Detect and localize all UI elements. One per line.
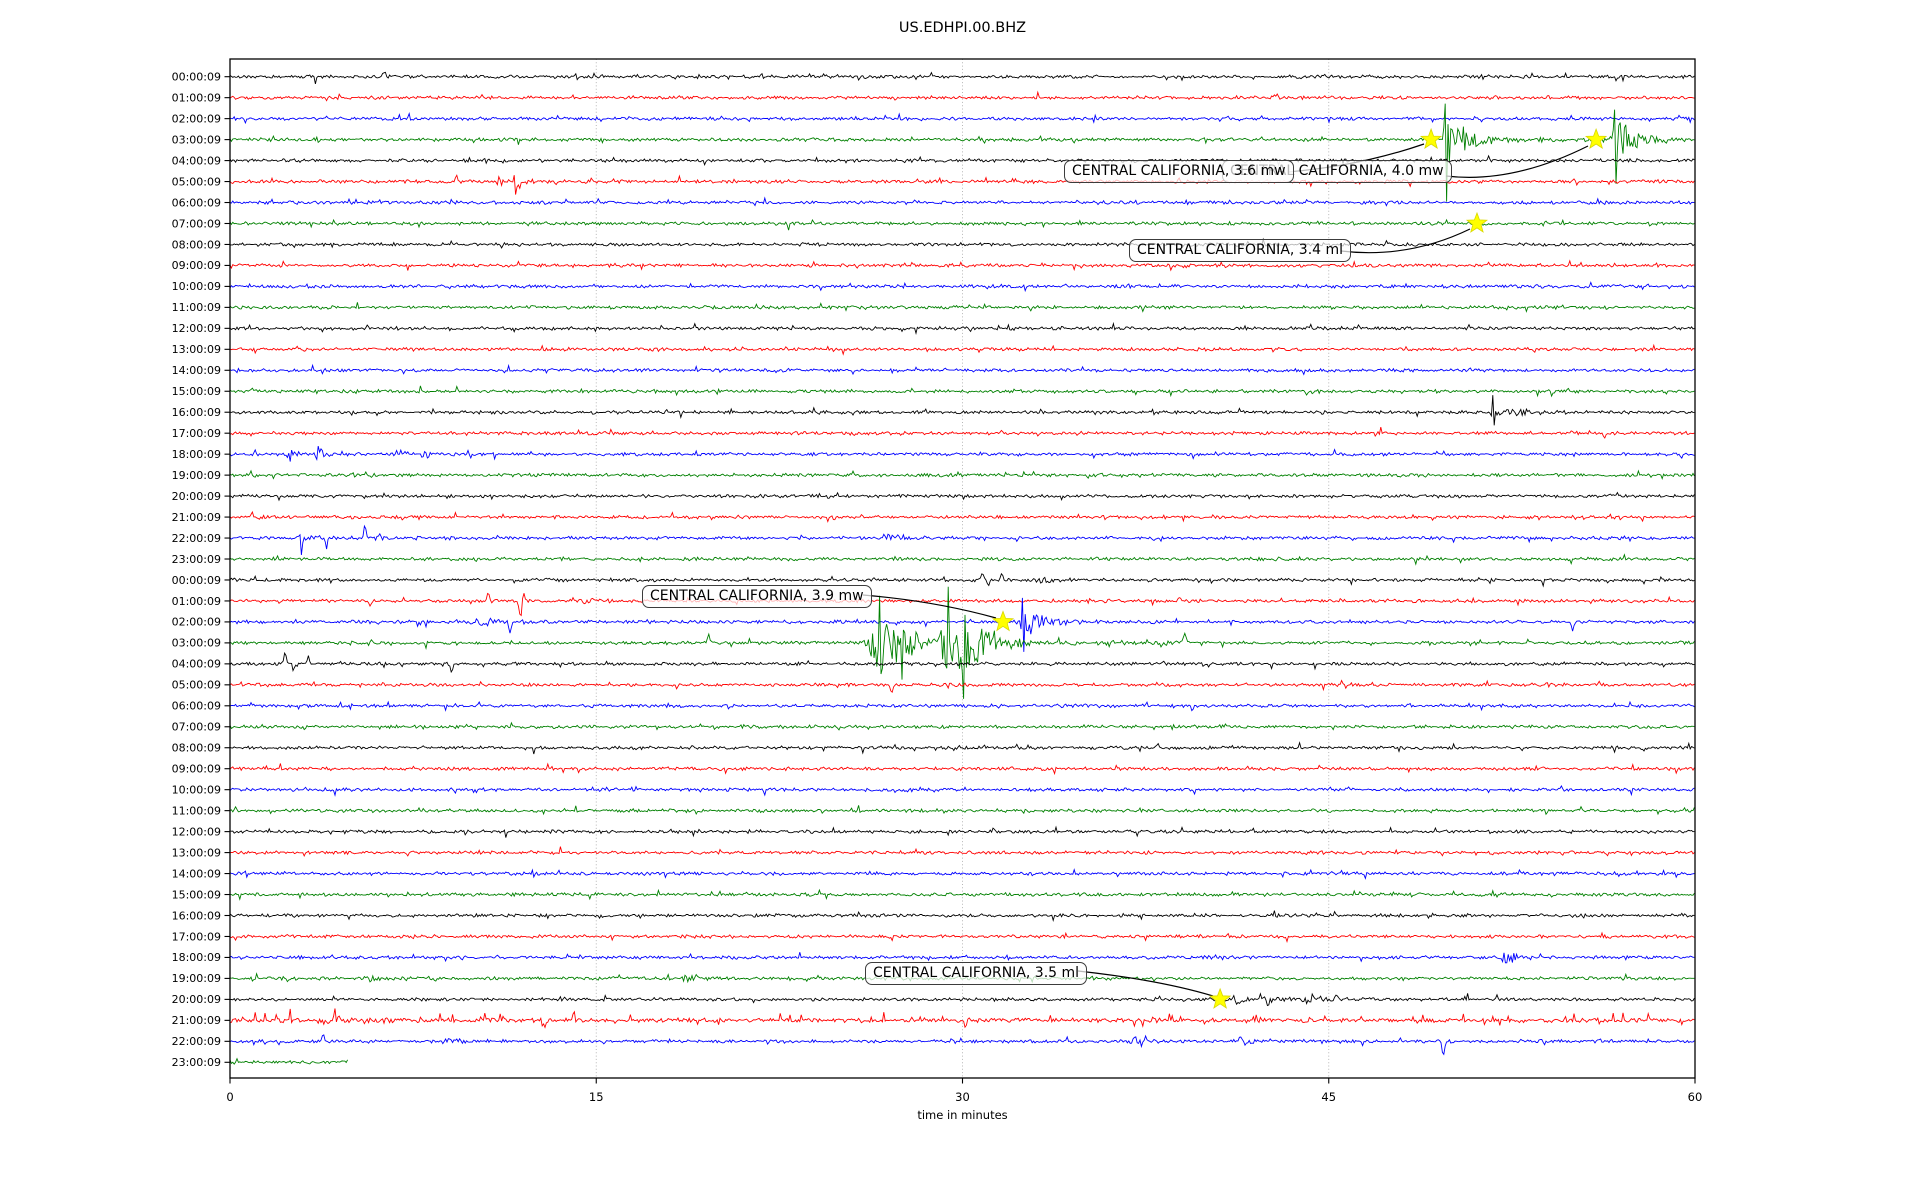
y-axis-label: 19:00:09 [172,469,221,482]
y-axis-label: 01:00:09 [172,91,221,104]
y-axis-label: 22:00:09 [172,532,221,545]
y-axis-label: 02:00:09 [172,112,221,125]
y-axis-label: 12:00:09 [172,322,221,335]
y-axis-label: 10:00:09 [172,783,221,796]
y-axis-label: 09:00:09 [172,259,221,272]
y-axis-label: 00:00:09 [172,71,221,84]
y-axis-label: 17:00:09 [172,930,221,943]
y-axis-label: 15:00:09 [172,385,221,398]
y-axis-label: 14:00:09 [172,364,221,377]
y-axis-label: 10:00:09 [172,280,221,293]
event-star-icon [1420,127,1443,150]
trace-row [230,510,1695,523]
y-axis-label: 23:00:09 [172,553,221,566]
y-axis-label: 15:00:09 [172,888,221,901]
trace-row [230,385,1695,398]
y-axis-label: 00:00:09 [172,574,221,587]
x-tick-label: 30 [955,1090,970,1104]
event-label: CENTRAL CALIFORNIA, 3.6 mw [1064,160,1294,183]
event-star-icon [1585,127,1608,150]
y-axis-label: 02:00:09 [172,616,221,629]
trace-row [230,1034,1695,1056]
x-tick-label: 45 [1321,1090,1337,1104]
trace-row [230,154,1695,168]
annotation-connector [1445,145,1589,178]
event-label: CENTRAL CALIFORNIA, 3.9 mw [642,585,872,608]
trace-row [230,524,1695,556]
y-axis-label: 16:00:09 [172,909,221,922]
y-axis-label: 18:00:09 [172,448,221,461]
y-axis-label: 06:00:09 [172,196,221,209]
y-axis-label: 21:00:09 [172,511,221,524]
x-axis-title: time in minutes [917,1108,1008,1122]
y-axis-label: 21:00:09 [172,1014,221,1027]
y-axis-label: 20:00:09 [172,993,221,1006]
trace-row [230,112,1695,125]
y-axis-label: 20:00:09 [172,490,221,503]
trace-row [230,679,1695,694]
trace-row [230,1008,1695,1029]
figure: US.EDHPI.00.BHZ 00:00:09 01:00:09 02:00:09… [0,0,1920,1200]
trace-row [230,910,1695,922]
y-axis-label: 06:00:09 [172,700,221,713]
y-axis-label: 11:00:09 [172,804,221,817]
y-axis-label: 04:00:09 [172,154,221,167]
y-axis-label: 19:00:09 [172,972,221,985]
y-axis-label: 17:00:09 [172,427,221,440]
y-axis-label: 14:00:09 [172,867,221,880]
event-label: CENTRAL CALIFORNIA, 3.5 ml [865,962,1088,985]
annotation-connector [1077,970,1214,997]
y-axis-label: 01:00:09 [172,595,221,608]
y-axis-label: 07:00:09 [172,721,221,734]
trace-row [230,805,1695,816]
axes-frame [229,58,1696,1079]
y-axis-label: 05:00:09 [172,679,221,692]
trace-row [230,321,1695,335]
x-tick-label: 60 [1687,1090,1703,1104]
trace-row [230,721,1695,731]
trace-row [230,553,1695,566]
y-axis-label: 23:00:09 [172,1056,221,1069]
y-axis-label: 18:00:09 [172,951,221,964]
y-axis-label: 03:00:09 [172,637,221,650]
y-axis-label: 11:00:09 [172,301,221,314]
x-tick-label: 15 [588,1090,604,1104]
trace-row [230,491,1695,502]
y-axis-label: 04:00:09 [172,658,221,671]
seismogram-plot: 00:00:09 01:00:09 02:00:09 03:00:09 04:00:09… [172,58,1696,1084]
annotation-connector [862,594,997,619]
y-axis-label: 05:00:09 [172,175,221,188]
y-axis-label: 12:00:09 [172,825,221,838]
y-axis-label: 09:00:09 [172,763,221,776]
y-axis-label: 13:00:09 [172,343,221,356]
event-star-icon [1209,987,1232,1009]
y-axis-label: 16:00:09 [172,406,221,419]
y-axis-label: 08:00:09 [172,238,221,251]
y-axis-label: 13:00:09 [172,846,221,859]
x-tick-label: 0 [226,1090,234,1104]
y-axis-label: 22:00:09 [172,1035,221,1048]
annotation-connector [1340,228,1471,254]
y-axis-label: 07:00:09 [172,217,221,230]
y-axis-label: 03:00:09 [172,133,221,146]
trace-row [230,1057,348,1065]
y-axis-label: 08:00:09 [172,742,221,755]
trace-row [230,259,1695,272]
trace-row [230,785,1695,797]
event-star-icon [991,610,1015,632]
event-label: CENTRAL CALIFORNIA, 3.4 ml [1129,239,1352,262]
